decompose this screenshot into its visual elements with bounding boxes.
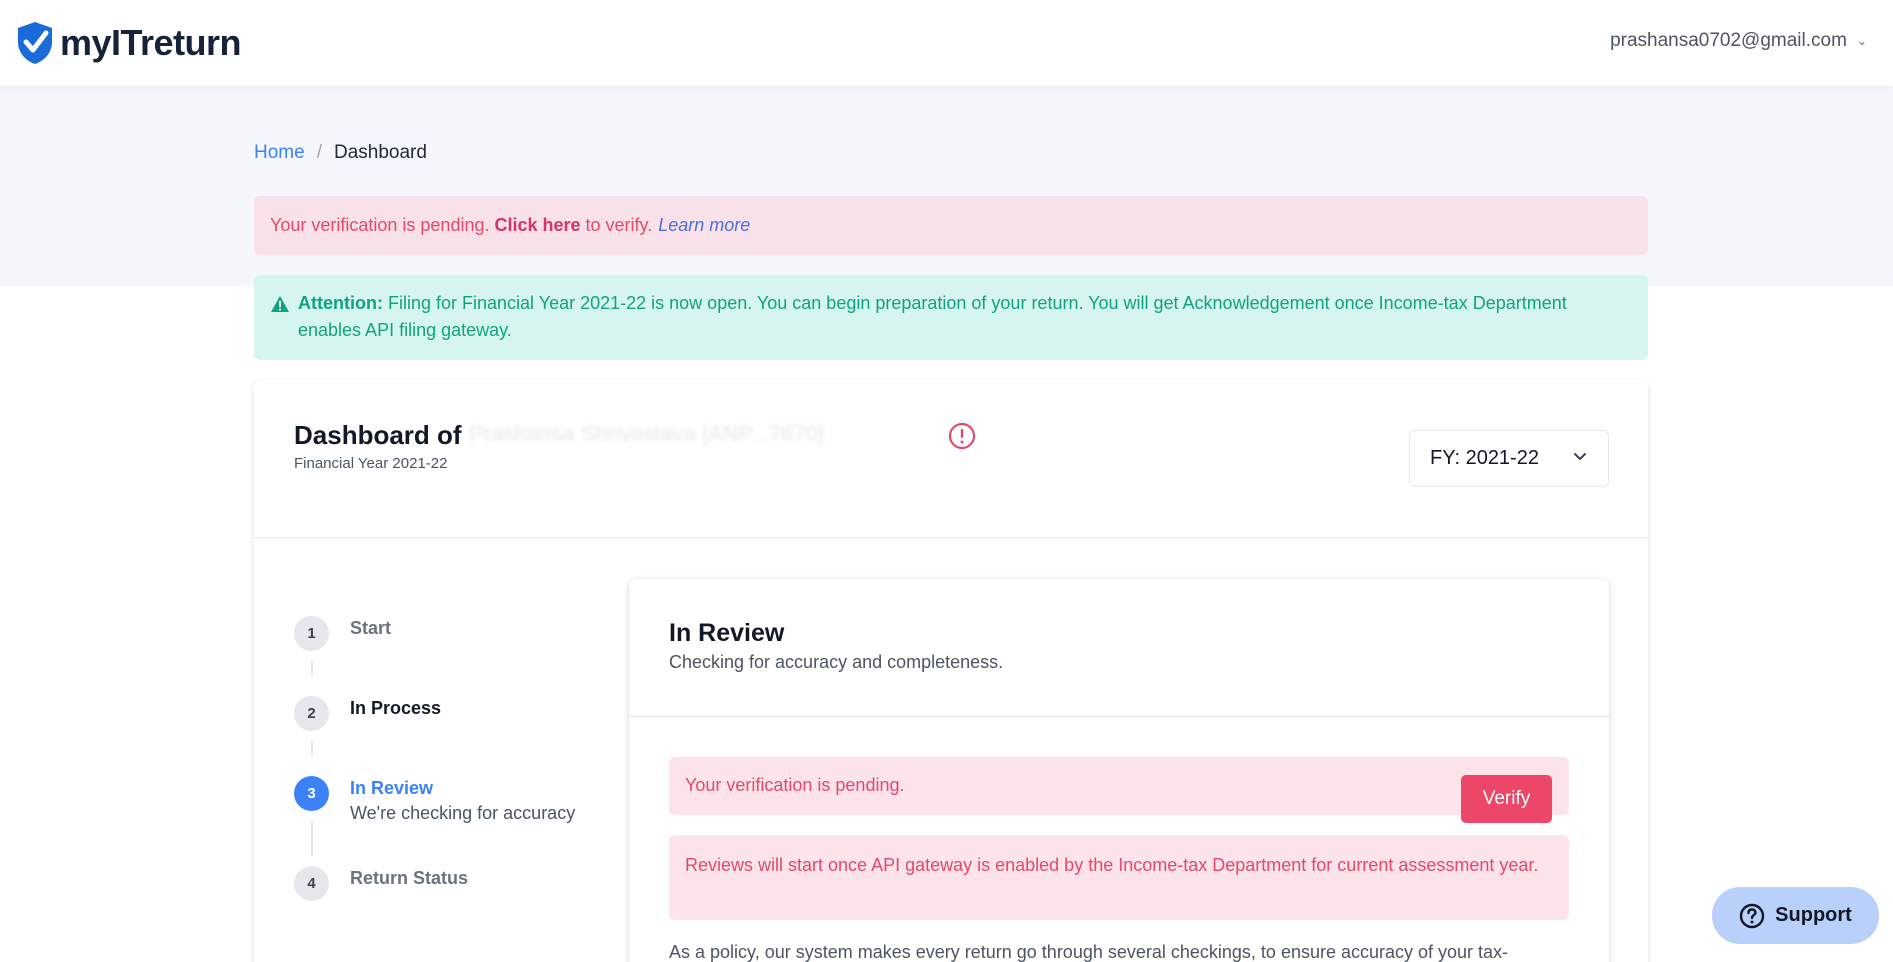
dashboard-subtitle: Financial Year 2021-22 xyxy=(294,455,448,472)
breadcrumb-home-link[interactable]: Home xyxy=(254,142,305,164)
shield-check-icon xyxy=(18,22,52,64)
verify-button[interactable]: Verify xyxy=(1461,775,1552,823)
hero-band xyxy=(0,86,1893,286)
dashboard-title: Dashboard of Prashansa Shrivastava [ANP.… xyxy=(294,420,976,451)
user-email: prashansa0702@gmail.com xyxy=(1610,30,1847,51)
step-connector xyxy=(311,821,313,856)
dashboard-header: Dashboard of Prashansa Shrivastava [ANP.… xyxy=(254,380,1648,538)
app-header: myITreturn prashansa0702@gmail.com ⌄ xyxy=(0,0,1893,86)
fy-selector-value: FY: 2021-22 xyxy=(1430,447,1539,469)
review-subtitle: Checking for accuracy and completeness. xyxy=(669,652,1004,672)
attention-text: Filing for Financial Year 2021-22 is now… xyxy=(298,293,1567,340)
verification-alert-text-after: to verify. xyxy=(585,215,653,235)
breadcrumb-separator: / xyxy=(316,142,322,163)
fy-selector[interactable]: FY: 2021-22 xyxy=(1409,430,1609,487)
review-pending-text: Your verification is pending. xyxy=(685,775,905,795)
review-pending-alert: Your verification is pending. xyxy=(669,757,1569,815)
step-return-status: 4 Return Status xyxy=(294,866,468,901)
exclamation-circle-icon[interactable] xyxy=(948,422,976,450)
logo[interactable]: myITreturn xyxy=(14,20,242,66)
step-label: In Review xyxy=(350,778,434,798)
learn-more-link[interactable]: Learn more xyxy=(658,215,750,236)
step-label: Return Status xyxy=(350,868,469,888)
review-header: In Review Checking for accuracy and comp… xyxy=(629,579,1609,717)
verification-pending-alert: Your verification is pending. Click here… xyxy=(254,196,1648,255)
step-label: Start xyxy=(350,618,392,638)
step-number: 4 xyxy=(294,866,329,901)
dashboard-card: Dashboard of Prashansa Shrivastava [ANP.… xyxy=(254,380,1648,962)
click-here-link[interactable]: Click here xyxy=(494,215,580,236)
step-description: We're checking for accuracy xyxy=(350,803,576,823)
review-title: In Review xyxy=(669,619,785,647)
warning-triangle-icon xyxy=(271,296,289,312)
api-notice-alert: Reviews will start once API gateway is e… xyxy=(669,835,1569,920)
breadcrumb: Home / Dashboard xyxy=(254,142,427,164)
step-in-process: 2 In Process xyxy=(294,696,441,731)
step-number: 1 xyxy=(294,616,329,651)
attention-alert: Attention: Filing for Financial Year 202… xyxy=(254,275,1648,360)
support-button[interactable]: Support xyxy=(1712,887,1879,944)
user-menu[interactable]: prashansa0702@gmail.com ⌄ xyxy=(1610,30,1867,52)
policy-text: As a policy, our system makes every retu… xyxy=(669,942,1509,962)
redacted-user-name: Prashansa Shrivastava [ANP...7670] xyxy=(469,420,824,446)
review-card: In Review Checking for accuracy and comp… xyxy=(629,579,1609,962)
step-label: In Process xyxy=(350,698,442,718)
chevron-down-icon xyxy=(1574,453,1586,461)
step-connector xyxy=(311,741,313,756)
verification-alert-text: Your verification is pending. xyxy=(270,215,490,235)
step-number: 2 xyxy=(294,696,329,731)
step-number: 3 xyxy=(294,776,329,811)
step-connector xyxy=(311,661,313,676)
question-circle-icon xyxy=(1739,903,1765,928)
dashboard-title-text: Dashboard of xyxy=(294,420,462,450)
support-label: Support xyxy=(1775,904,1852,926)
step-in-review: 3 In Review We're checking for accuracy xyxy=(294,776,575,824)
chevron-down-icon: ⌄ xyxy=(1856,34,1867,48)
attention-label: Attention: xyxy=(298,293,383,313)
logo-text: myITreturn xyxy=(60,22,242,63)
step-start: 1 Start xyxy=(294,616,391,651)
breadcrumb-current: Dashboard xyxy=(333,142,427,163)
